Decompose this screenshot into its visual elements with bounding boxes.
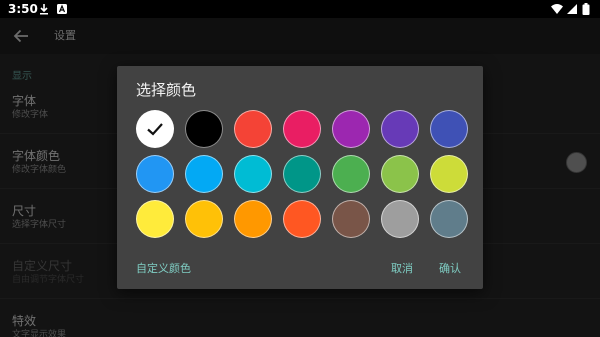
color-swatch[interactable] [332,110,370,148]
a-notification-icon [57,4,67,14]
color-swatch[interactable] [332,155,370,193]
color-swatch[interactable] [185,155,223,193]
color-swatch[interactable] [136,200,174,238]
confirm-button[interactable]: 确认 [439,262,461,276]
battery-icon [582,3,590,15]
color-swatch[interactable] [381,155,419,193]
status-time: 3:50 [8,2,38,16]
color-picker-dialog: 选择颜色 自定义颜色 取消 确认 [117,66,483,289]
color-swatch[interactable] [430,110,468,148]
color-swatch[interactable] [283,200,321,238]
color-swatch[interactable] [430,155,468,193]
signal-icon [567,4,577,14]
color-swatch[interactable] [381,200,419,238]
color-swatch[interactable] [283,110,321,148]
color-swatch[interactable] [234,200,272,238]
check-icon [147,123,163,136]
color-swatch[interactable] [136,155,174,193]
color-swatch[interactable] [185,110,223,148]
wifi-icon [551,4,563,14]
cancel-button[interactable]: 取消 [391,262,413,276]
color-swatch[interactable] [283,155,321,193]
color-swatch[interactable] [136,110,174,148]
dialog-title: 选择颜色 [136,81,197,99]
color-swatch[interactable] [430,200,468,238]
color-swatch[interactable] [234,110,272,148]
download-icon [40,4,48,15]
status-bar: 3:50 [0,0,600,18]
custom-color-button[interactable]: 自定义颜色 [136,262,191,276]
color-swatch[interactable] [381,110,419,148]
color-swatch[interactable] [185,200,223,238]
color-swatch[interactable] [234,155,272,193]
color-swatch[interactable] [332,200,370,238]
